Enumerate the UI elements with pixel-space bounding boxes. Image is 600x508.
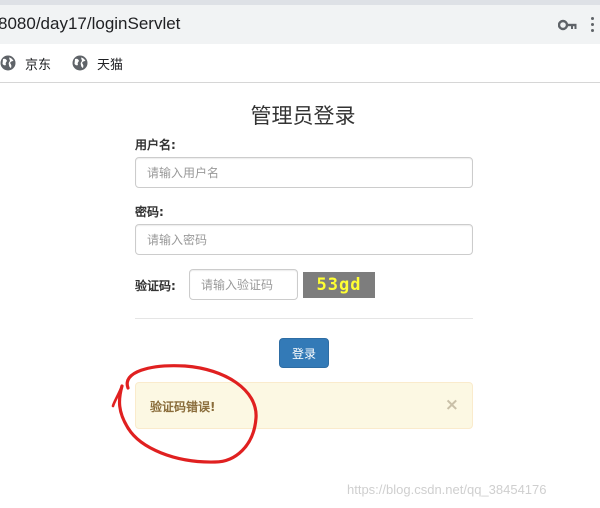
bookmark-label: 天猫 [97, 57, 124, 73]
close-icon[interactable]: × [445, 395, 459, 415]
page-title: 管理员登录 [250, 104, 356, 128]
watermark: https://blog.csdn.net/qq_38454176 [347, 482, 547, 497]
key-icon[interactable] [558, 18, 578, 32]
username-label: 用户名: [135, 138, 176, 152]
error-alert: 验证码错误! × [135, 382, 473, 429]
password-label: 密码: [135, 205, 164, 219]
globe-icon [0, 55, 16, 71]
login-button[interactable]: 登录 [279, 338, 329, 368]
password-input[interactable] [135, 224, 473, 255]
globe-icon [72, 55, 88, 71]
alert-message: 验证码错误! [150, 400, 216, 414]
bookmark-jd[interactable]: 京东 [0, 53, 51, 73]
captcha-label: 验证码: [135, 279, 176, 293]
more-menu-icon[interactable] [590, 17, 596, 35]
captcha-image[interactable]: 53gd [303, 272, 375, 298]
form-divider [135, 318, 473, 319]
username-input[interactable] [135, 157, 473, 188]
bookmark-label: 京东 [25, 57, 52, 73]
captcha-input[interactable] [189, 269, 298, 300]
address-bar[interactable]: 8080/day17/loginServlet [0, 0, 600, 44]
url-text[interactable]: 8080/day17/loginServlet [0, 14, 180, 34]
bookmarks-bar: 京东 天猫 [0, 44, 600, 83]
bookmark-tmall[interactable]: 天猫 [72, 53, 123, 73]
